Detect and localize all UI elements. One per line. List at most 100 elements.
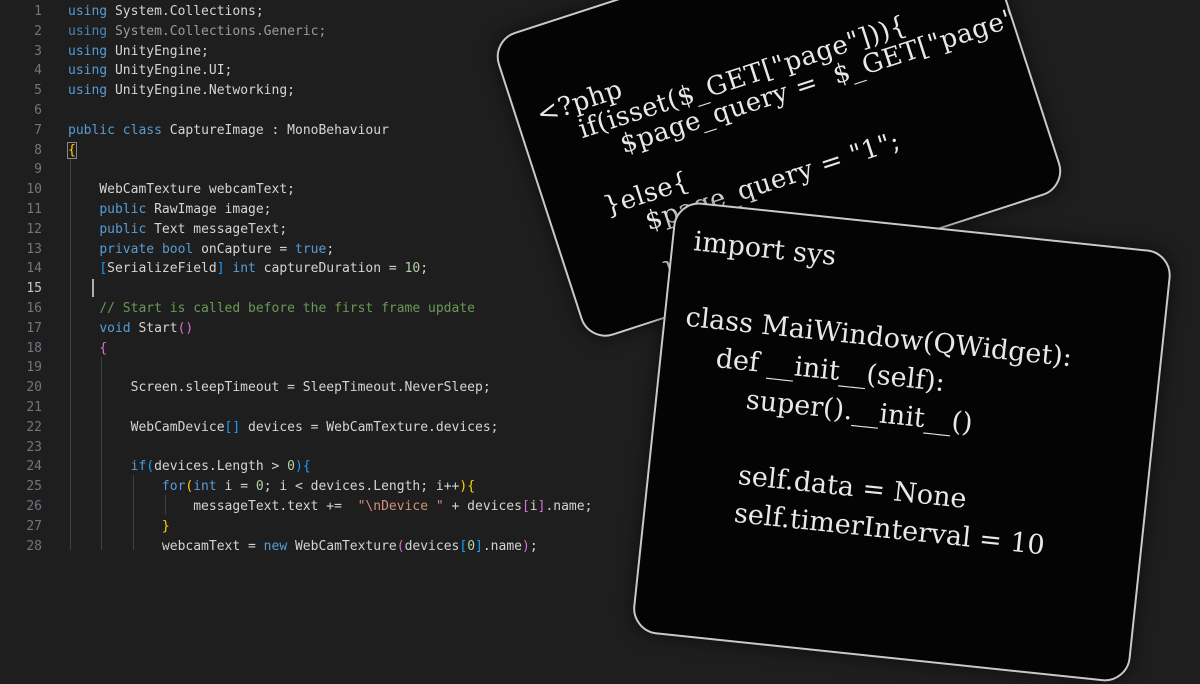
code-token: ; (529, 538, 538, 554)
line-number: 13 (26, 241, 42, 257)
code-text: if(devices.Length > 0){ (68, 457, 311, 477)
line-number: 12 (26, 221, 42, 237)
code-token: 0 (287, 459, 295, 475)
line-number: 3 (34, 43, 42, 59)
line-number: 21 (26, 400, 42, 415)
code-token: "\nDevice " (357, 499, 444, 514)
code-text: WebCamDevice[] devices = WebCamTexture.d… (68, 418, 499, 438)
line-number: 25 (26, 479, 42, 495)
line-number: 15 (26, 281, 42, 297)
code-token: } (161, 518, 170, 534)
code-token: ) (295, 459, 303, 475)
line-number: 18 (26, 340, 42, 356)
python-code-card: import sys class MaiWindow(QWidget): def … (630, 200, 1174, 684)
code-text: // Start is called before the first fram… (68, 299, 475, 319)
code-token: UnityEngine.Networking; (107, 83, 295, 99)
code-token: using (68, 43, 108, 59)
line-number: 2 (34, 23, 42, 39)
code-token: using (68, 83, 108, 99)
code-token: ] (475, 538, 483, 554)
code-text: for(int i = 0; i < devices.Length; i++){ (68, 477, 475, 497)
code-text: public RawImage image; (68, 200, 272, 220)
code-token: 0 (255, 479, 264, 495)
code-text: [SerializeField] int captureDuration = 1… (68, 259, 428, 279)
code-token: WebCamDevice (68, 419, 225, 435)
code-token: devices = WebCamTexture.devices; (240, 419, 499, 435)
code-text: } (68, 517, 170, 537)
code-token: { (467, 479, 476, 495)
code-text: using UnityEngine.UI; (68, 61, 232, 81)
code-token: i (529, 499, 538, 514)
code-token: RawImage image; (146, 202, 272, 217)
code-token: class (122, 122, 162, 138)
code-text: void Start() (68, 319, 193, 339)
code-token: { (302, 459, 311, 475)
code-token: .name (482, 538, 522, 554)
code-token: CaptureImage : MonoBehaviour (161, 122, 389, 138)
code-token: { (99, 340, 108, 356)
line-number: 24 (26, 459, 42, 475)
line-number: 27 (26, 518, 42, 534)
code-text: using UnityEngine; (68, 42, 209, 62)
code-text: webcamText = new WebCamTexture(devices[0… (68, 537, 538, 557)
line-number: 23 (26, 439, 42, 455)
code-token: true (295, 241, 327, 257)
code-token: 0 (467, 538, 476, 554)
code-token: devices (404, 538, 460, 554)
code-token: System.Collections.Generic; (107, 23, 327, 39)
line-number: 4 (34, 63, 42, 79)
line-number: 10 (26, 182, 42, 198)
code-token: ; i < devices.Length; i++ (263, 479, 460, 495)
code-token: UnityEngine.UI; (107, 63, 233, 79)
line-number: 20 (26, 380, 42, 396)
code-token: public (68, 122, 115, 138)
code-token: WebCamTexture webcamText; (68, 182, 295, 198)
code-token: [ (521, 499, 530, 514)
code-text: using System.Collections; (68, 2, 264, 22)
line-number: 5 (34, 83, 42, 99)
code-token: [] (224, 419, 241, 435)
code-token: private (99, 241, 155, 257)
card-code-line: import sys (692, 226, 838, 272)
code-token: Start (130, 320, 178, 336)
code-token: captureDuration = (255, 261, 405, 277)
code-text: using System.Collections.Generic; (68, 22, 326, 42)
code-token: void (99, 320, 131, 336)
line-number: 9 (34, 162, 42, 178)
line-number: 26 (26, 499, 42, 514)
code-token: messageText.text += (68, 499, 358, 514)
code-token: Text messageText; (146, 221, 288, 237)
code-text: using UnityEngine.Networking; (68, 81, 295, 101)
code-token: using (68, 63, 108, 79)
line-number: 1 (34, 4, 42, 19)
code-token: ( (396, 538, 405, 554)
line-number: 19 (26, 360, 42, 376)
code-token: Screen.sleepTimeout = SleepTimeout.Never… (68, 380, 491, 396)
line-number: 6 (34, 103, 42, 118)
code-token: ( (146, 459, 155, 475)
line-number: 14 (26, 261, 42, 277)
code-token: for (161, 479, 186, 495)
code-token: .name; (545, 499, 593, 514)
code-token: bool (161, 241, 194, 257)
code-token: devices.Length > (154, 459, 288, 475)
code-token: () (177, 320, 194, 336)
code-text: public Text messageText; (68, 220, 287, 240)
code-token: WebCamTexture (287, 538, 397, 554)
code-token: { (67, 141, 77, 159)
code-token: webcamText = (68, 538, 264, 554)
code-token: [ (459, 538, 468, 554)
line-number: 17 (26, 320, 42, 336)
card-code-line: $page_query = $_GET["page"]; (549, 0, 1040, 182)
code-token: onCapture = (193, 241, 295, 257)
